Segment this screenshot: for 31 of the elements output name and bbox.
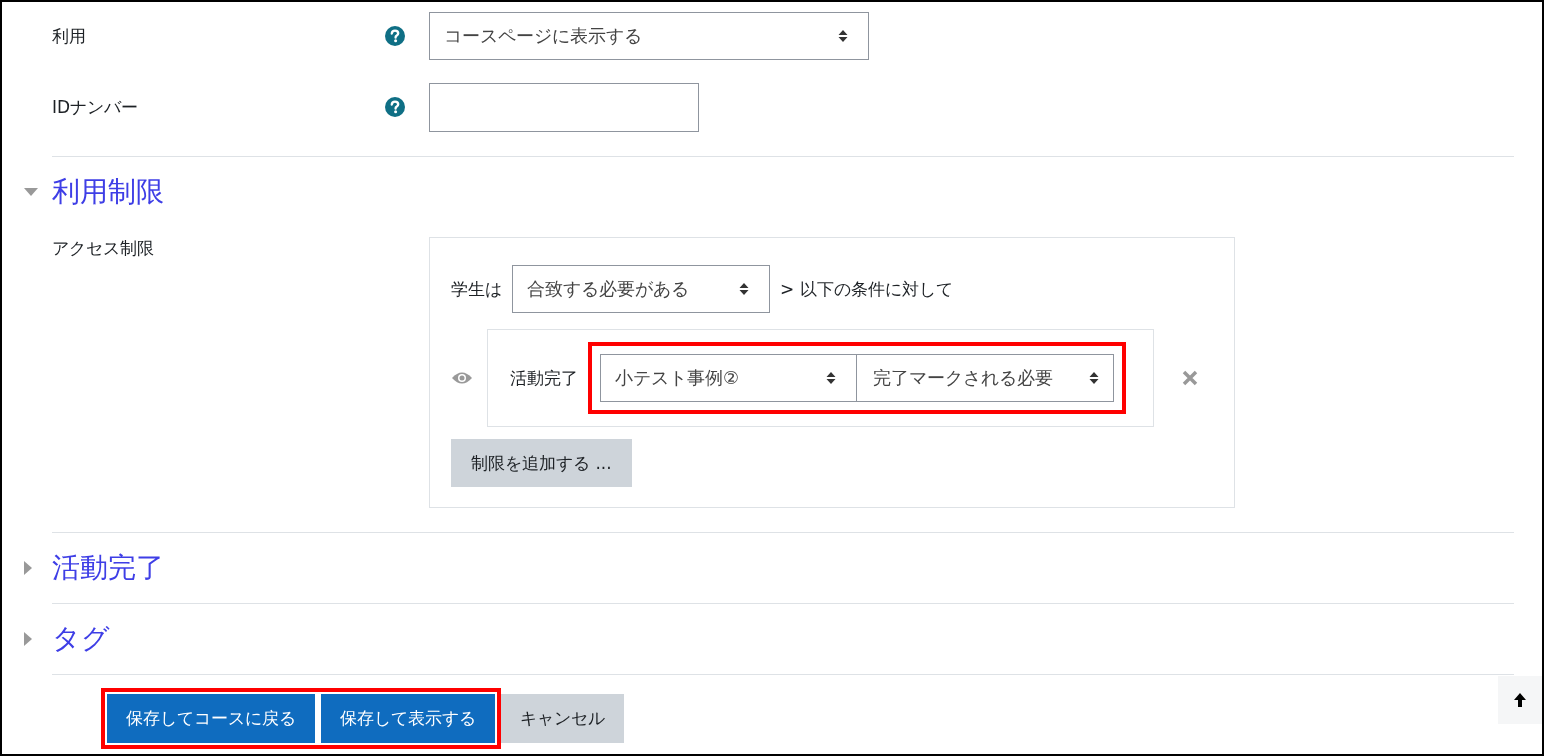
section-heading[interactable]: 利用制限 bbox=[52, 173, 164, 211]
help-icon[interactable] bbox=[385, 97, 405, 117]
back-to-top-button[interactable] bbox=[1498, 676, 1542, 724]
sort-arrows-icon bbox=[826, 371, 836, 385]
sort-arrows-icon bbox=[1089, 371, 1099, 385]
triangle-down-icon[interactable] bbox=[24, 188, 38, 196]
triangle-right-icon[interactable] bbox=[24, 561, 32, 575]
add-restriction-button[interactable]: 制限を追加する ... bbox=[451, 439, 632, 487]
dropdown[interactable]: コースページに表示する bbox=[429, 12, 869, 60]
input-field[interactable] bbox=[429, 83, 699, 132]
field-label: 利用 bbox=[52, 25, 87, 48]
close-icon[interactable] bbox=[1182, 370, 1198, 386]
cancel-button[interactable]: キャンセル bbox=[501, 694, 624, 743]
condition-type: 活動完了 bbox=[510, 366, 578, 390]
section-heading[interactable]: 活動完了 bbox=[52, 549, 164, 587]
dropdown[interactable]: 合致する必要がある bbox=[512, 265, 770, 313]
dropdown[interactable]: 小テスト事例② bbox=[600, 354, 857, 402]
prefix-text: 学生は bbox=[451, 277, 502, 301]
triangle-right-icon[interactable] bbox=[24, 632, 32, 646]
eye-icon[interactable] bbox=[451, 371, 473, 385]
help-icon[interactable] bbox=[385, 26, 405, 46]
sort-arrows-icon bbox=[838, 29, 848, 43]
dropdown[interactable]: 完了マークされる必要 bbox=[856, 354, 1114, 402]
condition-text: > 以下の条件に対して bbox=[780, 277, 953, 301]
field-label: IDナンバー bbox=[52, 96, 140, 119]
save-button[interactable]: 保存して表示する bbox=[321, 694, 495, 743]
field-label: アクセス制限 bbox=[52, 237, 155, 260]
sort-arrows-icon bbox=[739, 282, 749, 296]
section-heading[interactable]: タグ bbox=[52, 620, 110, 658]
arrow-up-icon bbox=[1513, 692, 1527, 708]
save-button[interactable]: 保存してコースに戻る bbox=[107, 694, 315, 743]
